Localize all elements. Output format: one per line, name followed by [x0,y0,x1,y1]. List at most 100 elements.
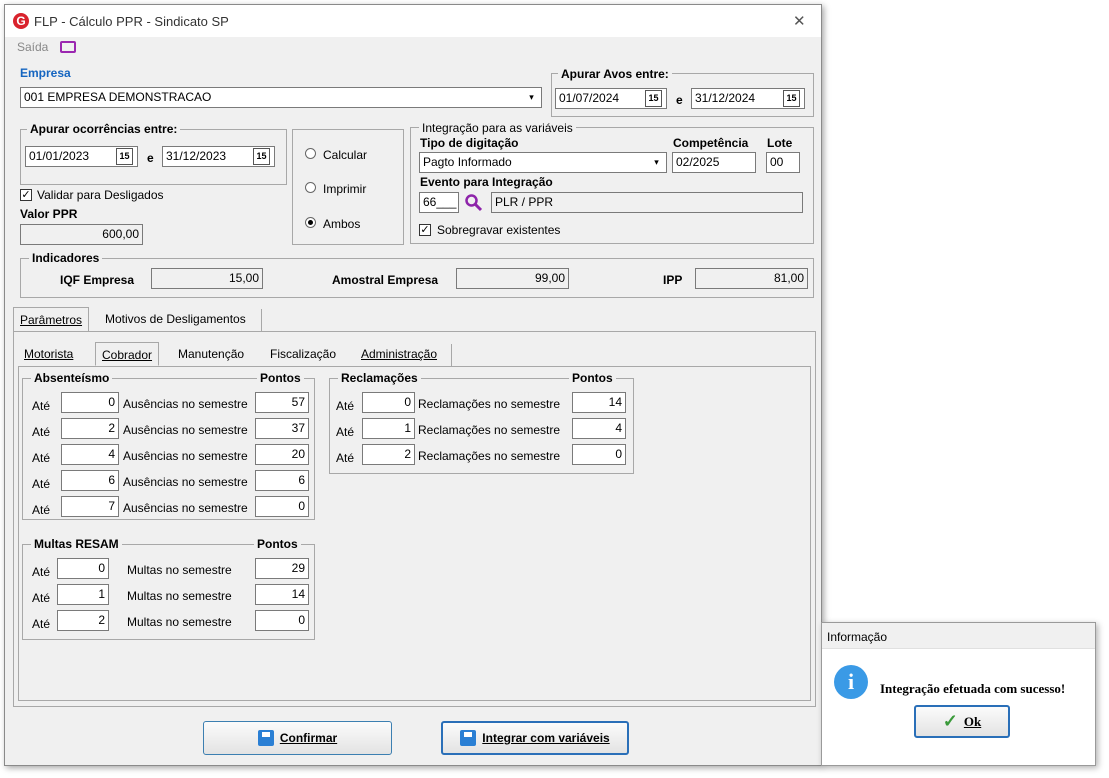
menu-exit[interactable]: Saída [17,40,48,54]
radio-calcular-label: Calcular [323,148,368,162]
info-icon: i [834,665,868,699]
absenteismo-ate-input[interactable]: 2 [61,418,119,439]
multas-desc: Multas no semestre [127,589,232,603]
subtab-cobrador[interactable]: Cobrador [95,342,160,366]
radio-imprimir[interactable] [305,182,316,193]
ocorrencias-from-input[interactable]: 01/01/2023 15 [25,146,138,167]
chevron-down-icon[interactable]: ▾ [649,154,664,171]
reclamacoes-pontos-input[interactable]: 4 [572,418,626,439]
reclamacoes-ate-input[interactable]: 0 [362,392,415,413]
multas-ate-input[interactable]: 1 [57,584,109,605]
ok-button[interactable]: ✓ Ok [914,705,1010,738]
validar-label: Validar para Desligados [37,188,164,202]
tab-parametros[interactable]: Parâmetros [13,307,90,331]
reclamacoes-ate-input[interactable]: 2 [362,444,415,465]
absenteismo-pontos-input[interactable]: 37 [255,418,309,439]
ate-label: Até [32,451,51,465]
dialog-message: Integração efetuada com sucesso! [880,681,1066,696]
calendar-icon[interactable]: 15 [645,90,662,107]
evento-code-input[interactable]: 66___ [419,192,459,213]
tab-divider [261,309,262,331]
check-icon: ✓ [942,711,958,731]
subtab-motorista[interactable]: Motorista [18,342,79,366]
lote-input[interactable]: 00 [766,152,800,173]
chevron-down-icon[interactable]: ▾ [524,89,539,106]
save-icon [460,730,477,746]
title-bar: G FLP - Cálculo PPR - Sindicato SP ✕ [5,5,821,37]
window-title: FLP - Cálculo PPR - Sindicato SP [34,14,229,29]
multas-pontos-input[interactable]: 14 [255,584,309,605]
absenteismo-label: Absenteísmo [31,371,113,385]
tipo-label: Tipo de digitação [420,136,519,150]
avos-to-input[interactable]: 31/12/2024 15 [691,88,805,109]
info-dialog: Informação i Integração efetuada com suc… [821,622,1096,766]
reclamacoes-label: Reclamações [338,371,421,385]
subtab-manutencao[interactable]: Manutenção [172,342,250,366]
valor-ppr-label: Valor PPR [20,207,78,221]
absenteismo-desc: Ausências no semestre [123,475,248,489]
reclamacoes-pontos-input[interactable]: 0 [572,444,626,465]
iqf-field: 15,00 [151,268,263,289]
close-icon[interactable]: ✕ [793,12,806,30]
exit-monitor-icon[interactable] [60,41,76,53]
radio-imprimir-label: Imprimir [323,182,367,196]
absenteismo-pontos-input[interactable]: 20 [255,444,309,465]
absenteismo-pontos-input[interactable]: 0 [255,496,309,517]
ocorrencias-label: Apurar ocorrências entre: [27,122,181,136]
sobregravar-checkbox[interactable]: ✓ [419,224,431,236]
ipp-field: 81,00 [695,268,808,289]
ate-label: Até [32,399,51,413]
main-window: G FLP - Cálculo PPR - Sindicato SP ✕ Saí… [4,4,822,766]
avos-from-input[interactable]: 01/07/2024 15 [555,88,667,109]
subtab-administracao[interactable]: Administração [355,342,443,366]
validar-checkbox[interactable]: ✓ [20,189,32,201]
absenteismo-ate-input[interactable]: 4 [61,444,119,465]
reclamacoes-pontos-input[interactable]: 14 [572,392,626,413]
dialog-title: Informação [827,630,888,644]
save-icon [257,730,274,746]
ocorrencias-to-input[interactable]: 31/12/2023 15 [162,146,275,167]
absenteismo-pontos-input[interactable]: 57 [255,392,309,413]
tab-motivos-desligamentos[interactable]: Motivos de Desligamentos [99,307,252,331]
reclamacoes-ate-input[interactable]: 1 [362,418,415,439]
subtab-fiscalizacao[interactable]: Fiscalização [264,342,342,366]
ate-label: Até [336,425,355,439]
multas-label: Multas RESAM [31,537,122,551]
confirmar-button[interactable]: Confirmar [203,721,392,755]
competencia-input[interactable]: 02/2025 [672,152,756,173]
indicadores-label: Indicadores [29,251,103,265]
reclamacoes-pontos-label: Pontos [569,371,616,385]
multas-pontos-input[interactable]: 0 [255,610,309,631]
tipo-select[interactable]: Pagto Informado ▾ [419,152,667,173]
radio-calcular[interactable] [305,148,316,159]
avos-label: Apurar Avos entre: [558,67,672,81]
app-logo-icon: G [13,13,29,29]
integracao-label: Integração para as variáveis [419,121,576,135]
competencia-label: Competência [673,136,749,150]
sobregravar-label: Sobregravar existentes [437,223,561,237]
calendar-icon[interactable]: 15 [253,148,270,165]
absenteismo-ate-input[interactable]: 0 [61,392,119,413]
empresa-select[interactable]: 001 EMPRESA DEMONSTRACAO ▾ [20,87,542,108]
evento-desc-field: PLR / PPR [491,192,803,213]
multas-pontos-input[interactable]: 29 [255,558,309,579]
absenteismo-ate-input[interactable]: 6 [61,470,119,491]
multas-ate-input[interactable]: 0 [57,558,109,579]
amostral-label: Amostral Empresa [332,273,439,287]
lote-label: Lote [767,136,793,150]
valor-ppr-field: 600,00 [20,224,143,245]
absenteismo-desc: Ausências no semestre [123,501,248,515]
ate-label: Até [32,503,51,517]
ate-label: Até [32,425,51,439]
integrar-button[interactable]: Integrar com variáveis [441,721,629,755]
search-icon[interactable] [464,193,483,212]
absenteismo-desc: Ausências no semestre [123,397,248,411]
absenteismo-desc: Ausências no semestre [123,423,248,437]
absenteismo-pontos-input[interactable]: 6 [255,470,309,491]
multas-ate-input[interactable]: 2 [57,610,109,631]
absenteismo-ate-input[interactable]: 7 [61,496,119,517]
radio-ambos[interactable] [305,217,316,228]
calendar-icon[interactable]: 15 [783,90,800,107]
calendar-icon[interactable]: 15 [116,148,133,165]
ate-label: Até [336,399,355,413]
